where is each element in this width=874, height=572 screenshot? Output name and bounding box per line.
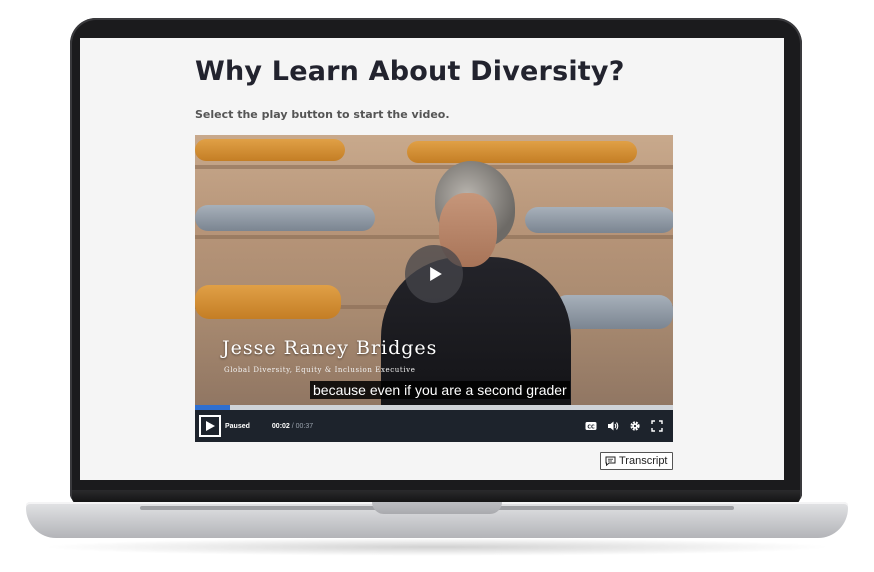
svg-text:CC: CC: [587, 424, 595, 430]
cushion: [195, 285, 341, 319]
fullscreen-icon: [650, 420, 663, 432]
playback-status: Paused: [225, 422, 250, 430]
settings-button[interactable]: [628, 420, 641, 433]
current-time: 00:02: [271, 422, 290, 430]
cushion: [407, 141, 637, 163]
transcript-label: Transcript: [619, 455, 668, 467]
play-icon: [205, 421, 215, 431]
cushion: [195, 205, 375, 231]
control-icons: CC: [584, 420, 663, 433]
trackpad-notch: [372, 502, 502, 514]
speaker-name: Jesse Raney Bridges: [222, 337, 438, 359]
captions-button[interactable]: CC: [584, 420, 597, 433]
transcript-button[interactable]: Transcript: [600, 452, 673, 470]
volume-icon: [607, 421, 618, 431]
video-frame[interactable]: Jesse Raney Bridges Global Diversity, Eq…: [195, 135, 673, 411]
subtitle-caption: because even if you are a second grader: [310, 381, 570, 399]
fullscreen-button[interactable]: [650, 420, 663, 433]
cushion: [195, 139, 345, 161]
shelf: [195, 165, 673, 169]
laptop-screen: Why Learn About Diversity? Select the pl…: [80, 38, 784, 480]
play-button[interactable]: [199, 415, 221, 437]
control-bar: Paused 00:02 / 00:37 CC: [195, 410, 673, 442]
settings-icon: [629, 421, 640, 431]
instructions-text: Select the play button to start the vide…: [195, 108, 450, 121]
speech-bubble-icon: [605, 456, 616, 466]
time-display: 00:02 / 00:37: [272, 423, 313, 430]
shelf: [195, 235, 673, 239]
duration: 00:37: [295, 422, 314, 430]
play-icon: [429, 267, 442, 281]
big-play-button[interactable]: [405, 245, 463, 303]
cushion: [553, 295, 673, 329]
cushion: [525, 207, 673, 233]
captions-icon: CC: [585, 422, 596, 430]
volume-button[interactable]: [606, 420, 619, 433]
page-title: Why Learn About Diversity?: [195, 56, 625, 87]
video-player[interactable]: Jesse Raney Bridges Global Diversity, Eq…: [195, 135, 673, 442]
speaker-title: Global Diversity, Equity & Inclusion Exe…: [224, 366, 416, 374]
laptop-shadow: [40, 538, 834, 556]
